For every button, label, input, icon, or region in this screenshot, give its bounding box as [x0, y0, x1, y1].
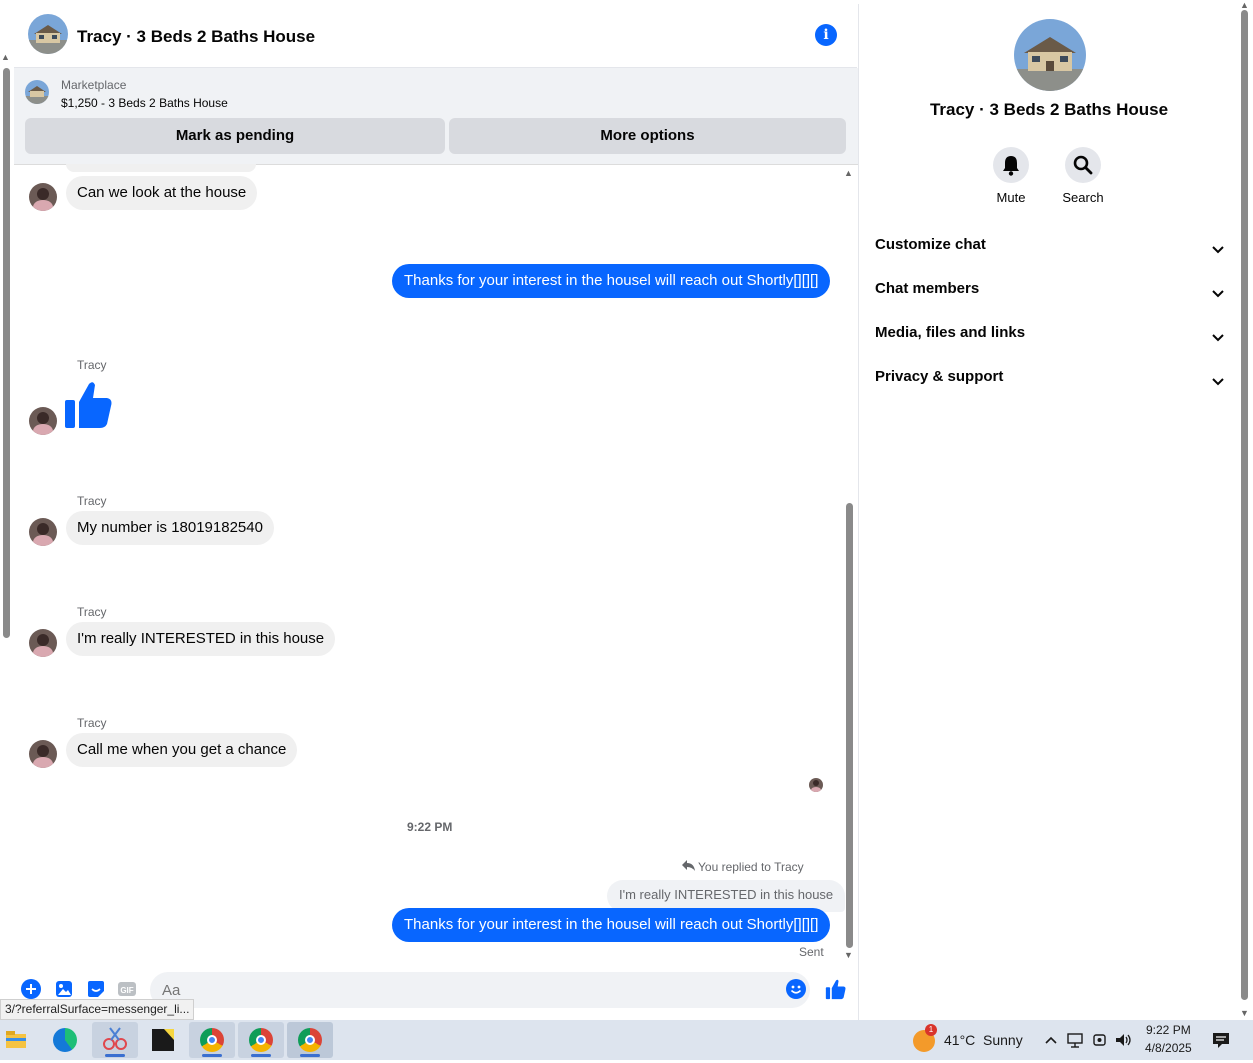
- sticker-icon[interactable]: [86, 979, 106, 999]
- search-button[interactable]: Search: [1048, 147, 1118, 205]
- active-indicator: [300, 1054, 320, 1057]
- section-label: Customize chat: [875, 236, 986, 253]
- section-customize-chat[interactable]: Customize chat: [875, 230, 1225, 260]
- notification-center-icon[interactable]: [1211, 1030, 1231, 1055]
- photo-icon[interactable]: [54, 979, 74, 999]
- scroll-up-arrow-icon[interactable]: ▲: [844, 168, 853, 178]
- page-scrollbar-left[interactable]: ▲: [0, 52, 13, 972]
- avatar[interactable]: [29, 407, 57, 435]
- sender-name: Tracy: [77, 358, 107, 372]
- scroll-up-arrow-icon[interactable]: ▲: [1240, 0, 1249, 10]
- weather-temperature[interactable]: 41°C: [944, 1032, 975, 1048]
- chevron-down-icon: [1211, 326, 1225, 342]
- chevron-down-icon: [1211, 282, 1225, 298]
- seen-avatar: [809, 778, 823, 792]
- active-indicator: [251, 1054, 271, 1057]
- message-input[interactable]: [150, 972, 810, 1008]
- chrome-work-profile-icon[interactable]: [238, 1022, 284, 1058]
- avatar[interactable]: [29, 518, 57, 546]
- listing-thumbnail[interactable]: [25, 80, 49, 104]
- profile-title: Tracy · 3 Beds 2 Baths House: [929, 100, 1169, 119]
- weather-icon[interactable]: 1: [913, 1024, 937, 1052]
- message-bubble[interactable]: I'm really INTERESTED in this house: [66, 622, 336, 656]
- message-list-scrollbar[interactable]: ▲ ▼: [843, 168, 856, 960]
- thumbs-up-icon[interactable]: [63, 378, 115, 430]
- scrollbar-thumb[interactable]: [1241, 10, 1248, 1000]
- emoji-icon[interactable]: [786, 979, 806, 999]
- scroll-down-arrow-icon[interactable]: ▼: [1240, 1008, 1249, 1018]
- message-bubble[interactable]: Can we look at the house: [66, 176, 258, 210]
- chrome-profile-icon[interactable]: [189, 1022, 235, 1058]
- search-label: Search: [1062, 190, 1104, 205]
- clock-date[interactable]: 4/8/2025: [1145, 1041, 1192, 1055]
- mute-button[interactable]: Mute: [976, 147, 1046, 205]
- search-icon[interactable]: [1065, 147, 1101, 183]
- delivery-status: Sent: [799, 945, 824, 959]
- clock-time[interactable]: 9:22 PM: [1146, 1023, 1191, 1037]
- chrome-active-window-icon[interactable]: [287, 1022, 333, 1058]
- sender-name: Tracy: [77, 494, 107, 508]
- reply-indicator: You replied to Tracy: [682, 860, 804, 874]
- chevron-down-icon: [1211, 238, 1225, 254]
- sender-name: Tracy: [77, 605, 107, 619]
- taskbar: 1 41°C Sunny 9:22 PM 4/8/2025: [0, 1020, 1253, 1060]
- send-like-icon[interactable]: [825, 978, 847, 1000]
- scroll-up-arrow-icon[interactable]: ▲: [1, 52, 10, 62]
- add-icon[interactable]: [21, 979, 41, 999]
- chevron-up-icon[interactable]: [1043, 1032, 1059, 1053]
- status-bar-url: 3/?referralSurface=messenger_li...: [0, 999, 195, 1020]
- reply-arrow-icon: [682, 859, 695, 875]
- edge-browser-icon[interactable]: [42, 1022, 88, 1058]
- message-bubble-partial: [66, 164, 256, 172]
- listing-summary[interactable]: $1,250 - 3 Beds 2 Baths House: [61, 96, 228, 110]
- message-bubble[interactable]: My number is 18019182540: [66, 511, 274, 545]
- active-indicator: [202, 1054, 222, 1057]
- weather-badge: 1: [925, 1024, 937, 1036]
- section-chat-members[interactable]: Chat members: [875, 274, 1225, 304]
- file-explorer-icon[interactable]: [0, 1022, 46, 1058]
- scrollbar-thumb[interactable]: [846, 503, 853, 948]
- weather-condition[interactable]: Sunny: [983, 1032, 1023, 1048]
- conversation-info-pane: Tracy · 3 Beds 2 Baths House Mute Search…: [858, 4, 1238, 1020]
- section-label: Media, files and links: [875, 324, 1026, 341]
- snipping-tool-icon[interactable]: [92, 1022, 138, 1058]
- reply-label: You replied to Tracy: [698, 860, 804, 874]
- meet-now-icon[interactable]: [1091, 1031, 1109, 1054]
- marketplace-label: Marketplace: [61, 78, 127, 92]
- message-bubble[interactable]: Call me when you get a chance: [66, 733, 298, 767]
- avatar[interactable]: [29, 740, 57, 768]
- chat-header: Tracy · 3 Beds 2 Baths House i: [14, 4, 857, 68]
- section-label: Chat members: [875, 280, 980, 297]
- mute-label: Mute: [996, 190, 1026, 205]
- profile-avatar[interactable]: [1014, 19, 1086, 91]
- marketplace-banner: Marketplace $1,250 - 3 Beds 2 Baths Hous…: [14, 68, 858, 165]
- sender-name: Tracy: [77, 716, 107, 730]
- volume-icon[interactable]: [1114, 1031, 1134, 1054]
- scrollbar-thumb[interactable]: [3, 68, 10, 638]
- scroll-down-arrow-icon[interactable]: ▼: [844, 950, 853, 960]
- more-options-button[interactable]: More options: [449, 118, 846, 154]
- message-bubble-outgoing[interactable]: Thanks for your interest in the housel w…: [392, 264, 831, 298]
- avatar[interactable]: [29, 629, 57, 657]
- gif-icon[interactable]: GIF: [117, 979, 137, 999]
- bell-icon[interactable]: [993, 147, 1029, 183]
- message-bubble-outgoing[interactable]: Thanks for your interest in the housel w…: [392, 908, 831, 942]
- section-privacy-support[interactable]: Privacy & support: [875, 362, 1225, 392]
- section-media-files-links[interactable]: Media, files and links: [875, 318, 1225, 348]
- chevron-down-icon: [1211, 370, 1225, 386]
- info-icon[interactable]: i: [815, 24, 837, 46]
- conversation-title[interactable]: Tracy · 3 Beds 2 Baths House: [77, 27, 315, 47]
- message-timestamp: 9:22 PM: [407, 820, 453, 834]
- section-label: Privacy & support: [875, 368, 1004, 385]
- svg-text:GIF: GIF: [120, 986, 133, 995]
- conversation-avatar[interactable]: [28, 14, 68, 54]
- avatar[interactable]: [29, 183, 57, 211]
- mark-as-pending-button[interactable]: Mark as pending: [25, 118, 445, 154]
- sticky-notes-icon[interactable]: [140, 1022, 186, 1058]
- network-icon[interactable]: [1066, 1031, 1084, 1054]
- active-indicator: [105, 1054, 125, 1057]
- page-scrollbar-right[interactable]: ▲ ▼: [1238, 0, 1253, 1020]
